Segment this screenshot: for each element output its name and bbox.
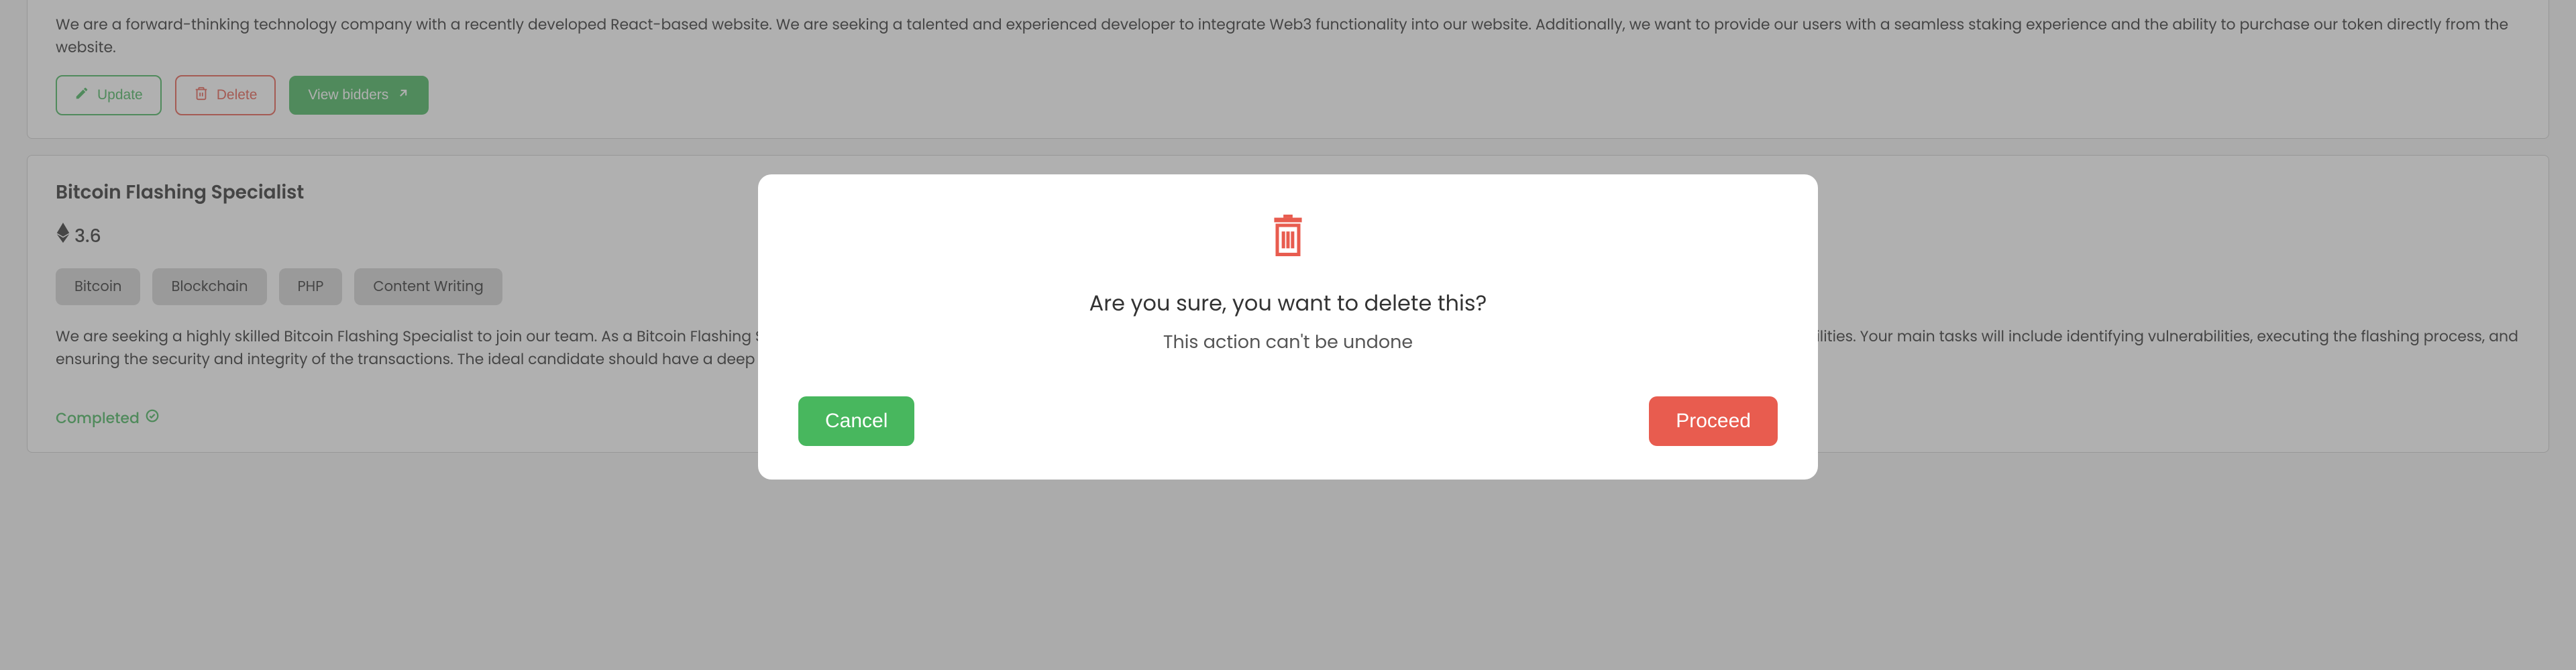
modal-note: This action can't be undone xyxy=(1163,329,1413,356)
cancel-button[interactable]: Cancel xyxy=(798,396,914,446)
modal-question: Are you sure, you want to delete this? xyxy=(1089,288,1487,320)
modal-footer: Cancel Proceed xyxy=(798,396,1778,446)
modal-overlay[interactable]: Are you sure, you want to delete this? T… xyxy=(0,0,2576,670)
trash-icon xyxy=(1268,215,1308,262)
confirm-delete-modal: Are you sure, you want to delete this? T… xyxy=(758,174,1818,480)
proceed-button[interactable]: Proceed xyxy=(1649,396,1778,446)
